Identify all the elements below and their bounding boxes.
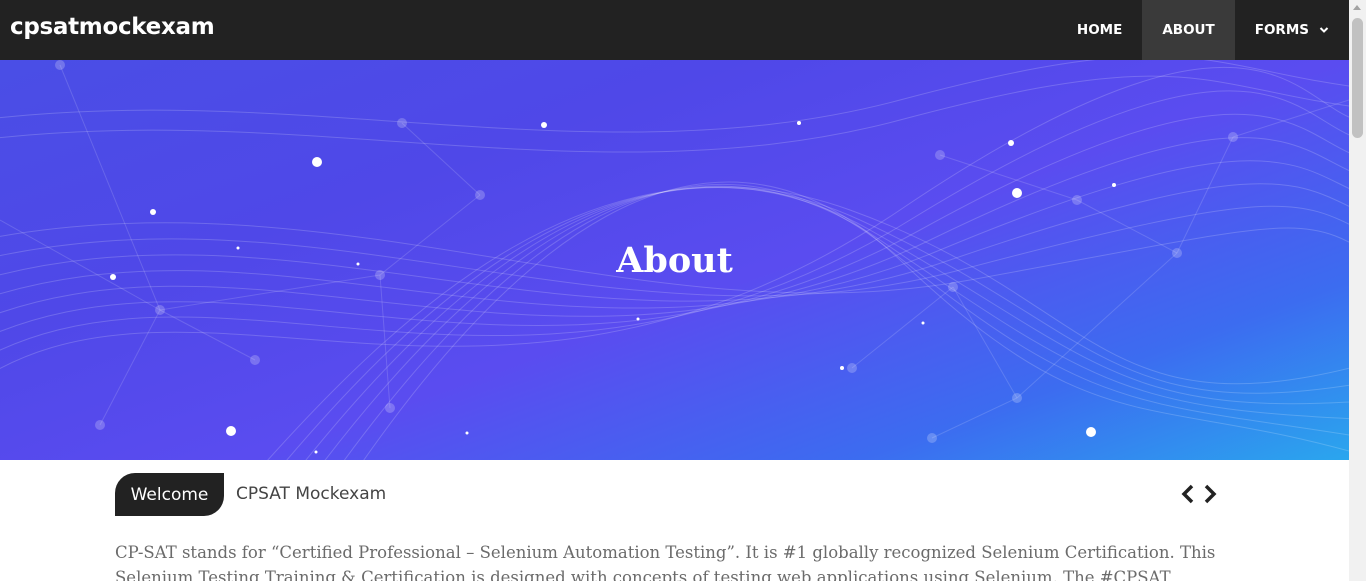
vertical-scrollbar[interactable] — [1349, 0, 1366, 581]
about-paragraph: CP-SAT stands for “Certified Professiona… — [115, 543, 1216, 581]
nav-menu: HOME ABOUT FORMS — [1057, 0, 1349, 60]
site-brand[interactable]: cpsatmockexam — [10, 14, 215, 40]
chevron-right-icon[interactable] — [1202, 483, 1218, 505]
ticker-text[interactable]: CPSAT Mockexam — [236, 484, 386, 504]
about-hero-banner: About — [0, 60, 1349, 460]
nav-item-home[interactable]: HOME — [1057, 0, 1142, 60]
news-ticker: Welcome CPSAT Mockexam — [115, 473, 1220, 516]
scrollbar-thumb[interactable] — [1352, 18, 1363, 138]
nav-item-about-label: ABOUT — [1162, 22, 1215, 38]
chevron-left-icon[interactable] — [1180, 483, 1196, 505]
chevron-down-icon — [1319, 27, 1329, 33]
ticker-badge: Welcome — [115, 473, 224, 516]
nav-item-home-label: HOME — [1076, 22, 1123, 38]
nav-item-about[interactable]: ABOUT — [1142, 0, 1235, 60]
scroll-up-arrow-icon[interactable] — [1353, 5, 1361, 10]
nav-item-forms-label: FORMS — [1254, 22, 1309, 38]
nav-item-forms[interactable]: FORMS — [1235, 0, 1349, 60]
page-title: About — [616, 240, 733, 281]
top-navbar: cpsatmockexam HOME ABOUT FORMS — [0, 0, 1349, 60]
